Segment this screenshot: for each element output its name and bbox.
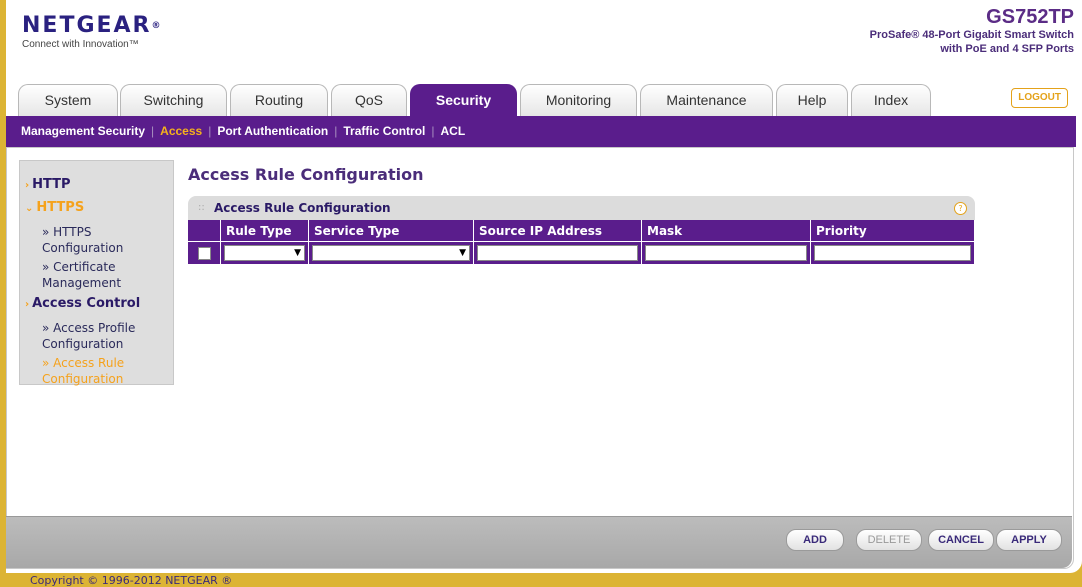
button-bar: ADD DELETE CANCEL APPLY xyxy=(6,516,1072,568)
subnav-separator: | xyxy=(334,124,338,138)
product-model: GS752TP xyxy=(986,6,1074,28)
help-icon[interactable]: ? xyxy=(954,202,967,215)
mask-input[interactable] xyxy=(645,245,807,261)
column-header-mask: Mask xyxy=(641,220,811,242)
copyright-text: Copyright © 1996-2012 NETGEAR ® xyxy=(30,574,233,587)
sidebar-item-access-rule[interactable]: » Access Rule Configuration xyxy=(42,355,172,387)
tab-maintenance[interactable]: Maintenance xyxy=(640,84,773,116)
product-desc-line1: ProSafe® 48-Port Gigabit Smart Switch xyxy=(869,29,1074,41)
dropdown-arrow-icon: ▼ xyxy=(294,248,301,258)
table-row: ▼ ▼ xyxy=(188,241,975,264)
sidebar-http-label: HTTP xyxy=(32,177,71,192)
sidebar-item-access-profile[interactable]: » Access Profile Configuration xyxy=(42,320,172,352)
tab-switching[interactable]: Switching xyxy=(120,84,227,116)
bullet-icon: › xyxy=(25,299,30,310)
product-desc-line2: with PoE and 4 SFP Ports xyxy=(940,43,1074,55)
sub-navigation: Management Security | Access | Port Authenti… xyxy=(6,116,1076,147)
sidebar-item-https-configuration[interactable]: » HTTPS Configuration xyxy=(42,224,172,256)
subnav-separator: | xyxy=(151,124,155,138)
priority-input[interactable] xyxy=(814,245,971,261)
add-button[interactable]: ADD xyxy=(786,529,844,551)
subnav-traffic-control[interactable]: Traffic Control xyxy=(343,124,425,138)
subnav-separator: | xyxy=(208,124,212,138)
subnav-access[interactable]: Access xyxy=(160,124,202,138)
column-header-rule-type: Rule Type xyxy=(220,220,309,242)
logo-text: NETGEAR xyxy=(22,13,152,38)
tab-system[interactable]: System xyxy=(18,84,118,116)
service-type-select[interactable]: ▼ xyxy=(312,245,470,261)
page-title: Access Rule Configuration xyxy=(188,165,424,184)
source-ip-input[interactable] xyxy=(477,245,638,261)
logo-tagline: Connect with Innovation™ xyxy=(22,39,139,50)
delete-button[interactable]: DELETE xyxy=(856,529,922,551)
tab-help[interactable]: Help xyxy=(776,84,848,116)
grip-icon: :: xyxy=(198,202,205,213)
panel-title: Access Rule Configuration xyxy=(214,201,391,215)
panel-header: :: Access Rule Configuration ? xyxy=(188,196,975,220)
access-rule-table: Rule Type Service Type Source IP Address… xyxy=(188,220,975,264)
content-area: › HTTP ⌄ HTTPS » HTTPS Configuration » Cer… xyxy=(6,147,1074,569)
sidebar-item-certificate-management[interactable]: » Certificate Management xyxy=(42,259,172,291)
logo-registered: ® xyxy=(151,21,161,31)
logout-button[interactable]: LOGOUT xyxy=(1011,88,1068,108)
tab-routing[interactable]: Routing xyxy=(230,84,328,116)
sidebar-item-https[interactable]: ⌄ HTTPS xyxy=(25,200,84,215)
subnav-acl[interactable]: ACL xyxy=(441,124,466,138)
chevron-down-icon: ⌄ xyxy=(25,203,34,214)
subnav-management-security[interactable]: Management Security xyxy=(21,124,145,138)
tab-qos[interactable]: QoS xyxy=(331,84,407,116)
product-info: GS752TP ProSafe® 48-Port Gigabit Smart S… xyxy=(870,6,1074,56)
bullet-icon: › xyxy=(25,180,30,191)
sidebar-item-http[interactable]: › HTTP xyxy=(25,177,71,192)
cancel-button[interactable]: CANCEL xyxy=(928,529,994,551)
sidebar-https-label: HTTPS xyxy=(36,200,85,215)
dropdown-arrow-icon: ▼ xyxy=(459,248,466,258)
table-header-row: Rule Type Service Type Source IP Address… xyxy=(188,220,975,242)
netgear-logo: NETGEAR® Connect with Innovation™ xyxy=(22,13,161,51)
column-header-source-ip: Source IP Address xyxy=(473,220,642,242)
column-header-priority: Priority xyxy=(810,220,975,242)
column-header-service-type: Service Type xyxy=(308,220,474,242)
sidebar-item-access-control[interactable]: › Access Control xyxy=(25,296,140,311)
apply-button[interactable]: APPLY xyxy=(996,529,1062,551)
tab-index[interactable]: Index xyxy=(851,84,931,116)
tab-monitoring[interactable]: Monitoring xyxy=(520,84,637,116)
row-select-checkbox[interactable] xyxy=(197,246,211,260)
sidebar: › HTTP ⌄ HTTPS » HTTPS Configuration » Cer… xyxy=(19,160,174,387)
subnav-port-authentication[interactable]: Port Authentication xyxy=(217,124,328,138)
subnav-separator: | xyxy=(431,124,435,138)
tab-security[interactable]: Security xyxy=(410,84,517,116)
sidebar-access-control-label: Access Control xyxy=(32,296,141,311)
select-column-header xyxy=(188,220,221,242)
rule-type-select[interactable]: ▼ xyxy=(224,245,305,261)
